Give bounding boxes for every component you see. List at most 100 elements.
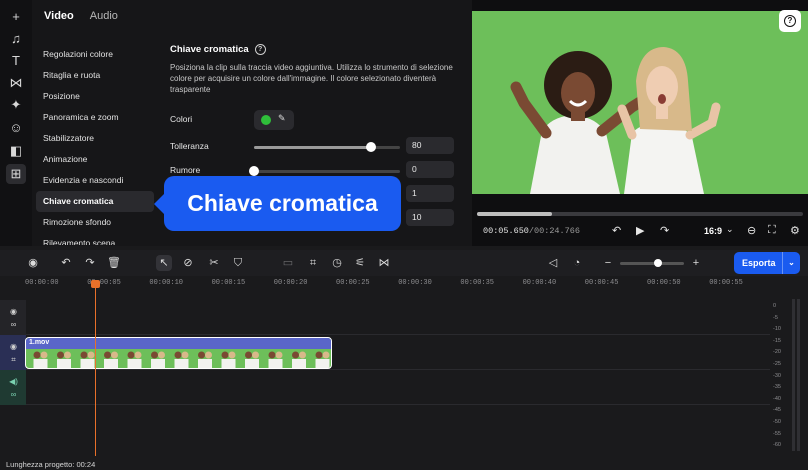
zoom-slider-handle[interactable]	[654, 259, 663, 267]
fullscreen-icon[interactable]: ⛶	[768, 224, 776, 237]
speed-icon[interactable]: ◷	[329, 255, 345, 271]
transition-icon[interactable]: ⋈	[376, 255, 392, 271]
menu-item-crop-rotate[interactable]: Ritaglia e ruota	[36, 65, 154, 86]
tab-video[interactable]: Video	[44, 10, 74, 22]
play-icon[interactable]: ▶	[636, 224, 644, 237]
ruler-tick: 00:00:20	[273, 279, 308, 287]
track-controls-video: ◉ ⌗	[0, 335, 26, 370]
help-icon[interactable]: ?	[254, 44, 266, 55]
text-icon[interactable]: T	[6, 51, 26, 71]
audio-detach-icon[interactable]: ◁	[545, 255, 561, 271]
pointer-icon[interactable]: ↖	[156, 255, 172, 271]
tools-icon[interactable]: ⊞	[6, 164, 26, 184]
video-frame-image	[510, 47, 721, 194]
color-label: Colori	[170, 114, 193, 124]
timeline-tracks: ◉ ∞ ◉ ⌗ ◀) ∞	[0, 297, 770, 457]
subtitle-icon[interactable]: ▭	[280, 255, 296, 271]
playhead[interactable]	[91, 280, 100, 456]
eye-icon[interactable]: ◉	[9, 307, 18, 316]
preview-scrubber[interactable]	[477, 212, 803, 216]
noise-value[interactable]: 0	[406, 161, 454, 178]
templates-icon[interactable]: ◧	[6, 141, 26, 161]
video-preview[interactable]	[472, 11, 808, 194]
zoom-icon[interactable]: ⊖	[747, 224, 756, 237]
aspect-ratio-selector[interactable]: 16:9	[704, 226, 722, 236]
speaker-icon[interactable]: ◀)	[9, 377, 18, 386]
tab-audio[interactable]: Audio	[90, 10, 118, 22]
noise-slider-handle[interactable]	[249, 166, 259, 176]
adjust-icon[interactable]: ⚟	[352, 255, 368, 271]
undo-icon[interactable]: ↶	[58, 255, 74, 271]
redo-icon[interactable]: ↷	[82, 255, 98, 271]
sticker-icon[interactable]: ☺	[6, 118, 26, 138]
playhead-handle[interactable]	[91, 280, 100, 288]
video-clip[interactable]: 1.mov	[25, 337, 332, 369]
link-icon[interactable]: ∞	[9, 390, 18, 399]
gear-icon[interactable]: ⚙	[790, 224, 800, 237]
menu-item-bg-removal[interactable]: Rimozione sfondo	[36, 212, 154, 233]
meter-label: -15	[773, 337, 781, 344]
trash-icon[interactable]: 🗑	[106, 255, 122, 271]
menu-item-highlight-hide[interactable]: Evidenzia e nascondi	[36, 170, 154, 191]
help-button[interactable]: ?	[779, 10, 801, 32]
magnet-icon[interactable]: ◔	[569, 255, 585, 271]
audio-meter: 0 -5 -10 -15 -20 -25 -30 -35 -40 -45 -50 -55 -60	[770, 297, 808, 457]
undo-step-icon[interactable]: ↶	[612, 224, 621, 237]
menu-item-animation[interactable]: Animazione	[36, 149, 154, 170]
clip-thumbnail	[245, 351, 259, 368]
chevron-down-icon[interactable]: ⌄	[782, 252, 800, 274]
menu-item-color-adjust[interactable]: Regolazioni colore	[36, 44, 154, 65]
color-picker[interactable]: ✎	[254, 110, 294, 130]
clip-thumbnail	[57, 351, 71, 368]
meter-label: -55	[773, 430, 781, 437]
zoom-in-icon[interactable]: +	[688, 255, 704, 271]
field4-value[interactable]: 10	[406, 209, 454, 226]
eye-icon[interactable]: ◉	[9, 342, 18, 351]
plus-icon[interactable]: +	[6, 7, 26, 27]
timeline-zoom-slider[interactable]	[620, 259, 684, 267]
menu-item-scene-detection[interactable]: Rilevamento scena	[36, 233, 154, 245]
field3-value[interactable]: 1	[406, 185, 454, 202]
crop-icon[interactable]: ⌗	[305, 255, 321, 271]
link-icon[interactable]: ∞	[9, 320, 18, 329]
clip-thumbnail	[198, 351, 212, 368]
tolerance-label: Tolleranza	[170, 141, 209, 151]
effects-icon[interactable]: ✦	[6, 95, 26, 115]
noise-slider[interactable]	[249, 166, 400, 176]
clip-thumbnail	[80, 351, 95, 368]
meter-label: 0	[773, 303, 777, 309]
music-icon[interactable]: ♫	[6, 29, 26, 49]
tolerance-value[interactable]: 80	[406, 137, 454, 154]
transitions-icon[interactable]: ⋈	[6, 73, 26, 93]
menu-item-pan-zoom[interactable]: Panoramica e zoom	[36, 107, 154, 128]
export-button[interactable]: Esporta ⌄	[734, 252, 800, 274]
export-label: Esporta	[742, 258, 776, 268]
ruler-tick: 00:00:45	[584, 279, 619, 287]
meter-label: -50	[773, 419, 781, 425]
tolerance-slider-handle[interactable]	[365, 142, 376, 152]
tolerance-slider[interactable]	[254, 142, 400, 152]
lock-icon[interactable]: ⌗	[9, 355, 18, 364]
project-length: Lunghezza progetto: 00:24	[6, 460, 96, 469]
eyedropper-icon[interactable]: ✎	[278, 113, 286, 124]
record-icon[interactable]: ◉	[25, 255, 41, 271]
clip-thumbnail	[292, 351, 306, 368]
clip-thumbnail	[104, 351, 118, 368]
menu-item-position[interactable]: Posizione	[36, 86, 154, 107]
menu-item-stabilizer[interactable]: Stabilizzatore	[36, 128, 154, 149]
shield-icon[interactable]: ⛉	[230, 255, 246, 271]
section-title-text: Chiave cromatica	[170, 44, 249, 55]
meter-label: -5	[773, 314, 778, 321]
help-icon-2: ?	[784, 15, 796, 27]
menu-item-chroma-key[interactable]: Chiave cromatica	[36, 191, 154, 212]
tolerance-slider-fill	[254, 146, 371, 149]
chroma-key-settings: Chiave cromatica ? Posiziona la clip sul…	[170, 44, 460, 226]
timecode-current: 00:05.650	[483, 226, 529, 236]
zoom-out-icon[interactable]: −	[600, 255, 616, 271]
hide-icon[interactable]: ⊘	[180, 255, 196, 271]
timeline-ruler[interactable]: 00:00:00 00:00:05 00:00:10 00:00:15 00:00:20…	[0, 277, 808, 297]
scissors-icon[interactable]: ✂	[206, 255, 222, 271]
redo-step-icon[interactable]: ↷	[660, 224, 669, 237]
clip-thumbnail	[151, 351, 165, 368]
chevron-down-icon[interactable]: ⌄	[726, 224, 734, 235]
